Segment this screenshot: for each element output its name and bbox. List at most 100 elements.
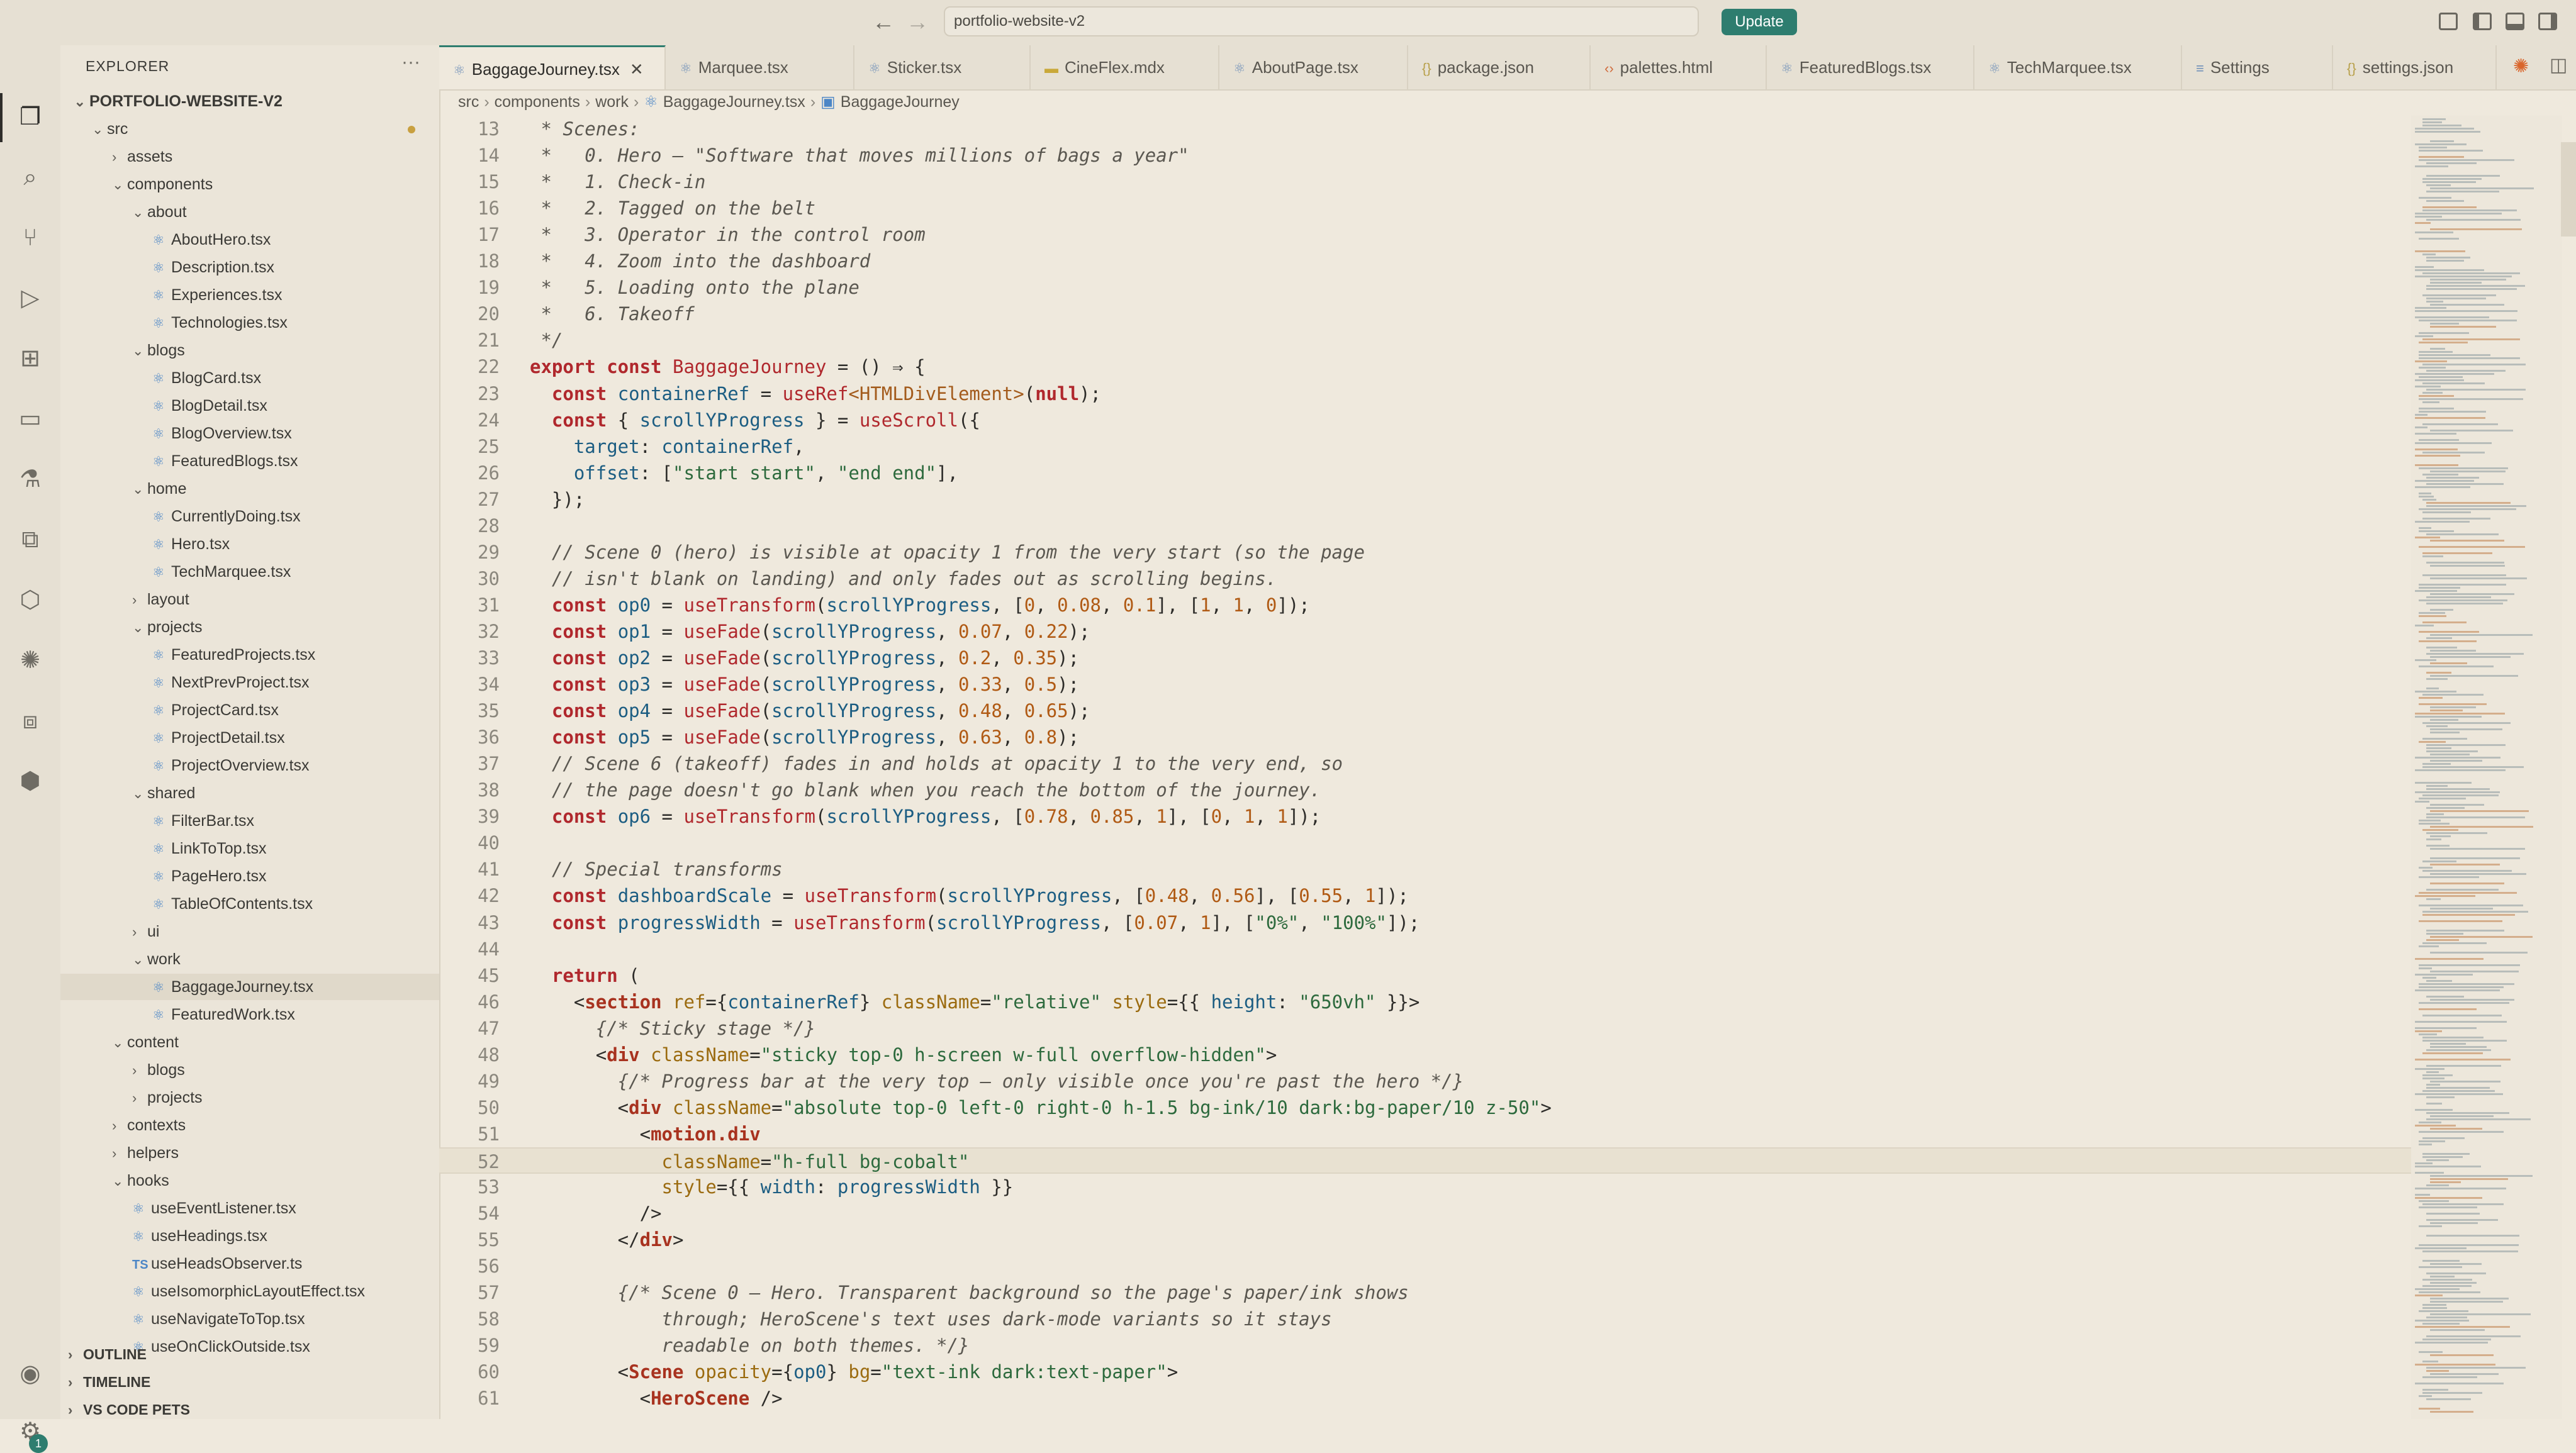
code-line[interactable]: 40 <box>439 830 2411 856</box>
code-line[interactable]: 35 const op4 = useFade(scrollYProgress, … <box>439 698 2411 724</box>
code-line[interactable]: 20 * 6. Takeoff <box>439 301 2411 327</box>
code-line[interactable]: 33 const op2 = useFade(scrollYProgress, … <box>439 645 2411 671</box>
breadcrumb-item[interactable]: work <box>595 93 629 111</box>
file-item[interactable]: ⚛ useIsomorphicLayoutEffect.tsx <box>60 1278 439 1305</box>
file-item[interactable]: ⚛ FeaturedWork.tsx <box>60 1001 439 1028</box>
claude-icon[interactable]: ✺ <box>15 645 45 676</box>
file-item[interactable]: TS useHeadsObserver.ts <box>60 1250 439 1277</box>
code-line[interactable]: 24 const { scrollYProgress } = useScroll… <box>439 407 2411 433</box>
tab-featuredblogs-tsx[interactable]: ⚛ FeaturedBlogs.tsx <box>1767 45 1974 89</box>
file-item[interactable]: ⚛ useNavigateToTop.tsx <box>60 1306 439 1332</box>
file-item[interactable]: ⚛ ProjectCard.tsx <box>60 697 439 723</box>
file-item[interactable]: ⚛ TechMarquee.tsx <box>60 559 439 585</box>
code-line[interactable]: 43 const progressWidth = useTransform(sc… <box>439 910 2411 936</box>
code-line[interactable]: 51 <motion.div <box>439 1121 2411 1147</box>
folder-item[interactable]: ⌄ components <box>60 171 439 198</box>
file-item[interactable]: ⚛ Hero.tsx <box>60 531 439 557</box>
tab-package-json[interactable]: {} package.json <box>1408 45 1591 89</box>
code-line[interactable]: 14 * 0. Hero — "Software that moves mill… <box>439 142 2411 169</box>
file-item[interactable]: ⚛ BlogOverview.tsx <box>60 420 439 447</box>
code-line[interactable]: 17 * 3. Operator in the control room <box>439 221 2411 248</box>
code-line[interactable]: 42 const dashboardScale = useTransform(s… <box>439 882 2411 909</box>
code-line[interactable]: 57 {/* Scene 0 — Hero. Transparent backg… <box>439 1279 2411 1306</box>
code-line[interactable]: 30 // isn't blank on landing) and only f… <box>439 565 2411 592</box>
folder-item[interactable]: › blogs <box>60 1057 439 1083</box>
folder-item[interactable]: › contexts <box>60 1112 439 1138</box>
tab-aboutpage-tsx[interactable]: ⚛ AboutPage.tsx <box>1219 45 1408 89</box>
cube-icon[interactable]: ⬢ <box>15 766 45 796</box>
tab-settings-json[interactable]: {} settings.json <box>2333 45 2497 89</box>
code-line[interactable]: 58 through; HeroScene's text uses dark-m… <box>439 1306 2411 1332</box>
file-item[interactable]: ⚛ useHeadings.tsx <box>60 1223 439 1249</box>
code-line[interactable]: 37 // Scene 6 (takeoff) fades in and hol… <box>439 750 2411 777</box>
folder-item[interactable]: ⌄ hooks <box>60 1167 439 1194</box>
code-line[interactable]: 41 // Special transforms <box>439 856 2411 882</box>
folder-item[interactable]: ⌄ projects <box>60 614 439 640</box>
file-item[interactable]: ⚛ NextPrevProject.tsx <box>60 669 439 696</box>
file-item[interactable]: ⚛ BlogCard.tsx <box>60 365 439 391</box>
tab-cineflex-mdx[interactable]: ▬ CineFlex.mdx <box>1031 45 1219 89</box>
breadcrumb-item[interactable]: src <box>458 93 479 111</box>
tab-baggagejourney-tsx[interactable]: ⚛ BaggageJourney.tsx ✕ <box>439 45 666 89</box>
folder-item[interactable]: › assets <box>60 143 439 170</box>
folder-item[interactable]: › helpers <box>60 1140 439 1166</box>
file-item[interactable]: ⚛ Technologies.tsx <box>60 309 439 336</box>
folder-item[interactable]: › projects <box>60 1084 439 1111</box>
customize-layout-icon[interactable] <box>2439 13 2458 30</box>
tab-marquee-tsx[interactable]: ⚛ Marquee.tsx <box>666 45 854 89</box>
file-item[interactable]: ⚛ FeaturedBlogs.tsx <box>60 448 439 474</box>
folder-item[interactable]: ⌄ blogs <box>60 337 439 364</box>
code-line[interactable]: 16 * 2. Tagged on the belt <box>439 195 2411 221</box>
tab-techmarquee-tsx[interactable]: ⚛ TechMarquee.tsx <box>1974 45 2182 89</box>
code-line[interactable]: 48 <div className="sticky top-0 h-screen… <box>439 1042 2411 1068</box>
code-line[interactable]: 55 </div> <box>439 1227 2411 1253</box>
folder-item[interactable]: ⌄ home <box>60 476 439 502</box>
code-line[interactable]: 50 <div className="absolute top-0 left-0… <box>439 1094 2411 1121</box>
code-line[interactable]: 36 const op5 = useFade(scrollYProgress, … <box>439 724 2411 750</box>
breadcrumb-item[interactable]: BaggageJourney <box>841 93 960 111</box>
code-line[interactable]: 54 /> <box>439 1200 2411 1227</box>
code-line[interactable]: 46 <section ref={containerRef} className… <box>439 989 2411 1015</box>
code-line[interactable]: 53 style={{ width: progressWidth }} <box>439 1174 2411 1200</box>
file-item[interactable]: ⚛ BlogDetail.tsx <box>60 392 439 419</box>
code-line[interactable]: 23 const containerRef = useRef<HTMLDivEl… <box>439 381 2411 407</box>
code-line[interactable]: 26 offset: ["start start", "end end"], <box>439 460 2411 486</box>
testing-icon[interactable]: ⚗ <box>15 464 45 494</box>
file-item[interactable]: ⚛ FeaturedProjects.tsx <box>60 642 439 668</box>
toggle-primary-sidebar-icon[interactable] <box>2473 13 2492 30</box>
code-line[interactable]: 52 className="h-full bg-cobalt" <box>439 1147 2411 1174</box>
source-control-icon[interactable]: ⑂ <box>15 223 45 253</box>
code-line[interactable]: 47 {/* Sticky stage */} <box>439 1015 2411 1042</box>
command-center-search[interactable]: portfolio-website-v2 <box>944 6 1699 36</box>
code-line[interactable]: 61 <HeroScene /> <box>439 1385 2411 1411</box>
extension-pack-icon[interactable]: ⧈ <box>15 706 45 736</box>
file-item[interactable]: ⚛ ProjectOverview.tsx <box>60 752 439 779</box>
code-line[interactable]: 59 readable on both themes. */} <box>439 1332 2411 1359</box>
code-line[interactable]: 18 * 4. Zoom into the dashboard <box>439 248 2411 274</box>
remote-explorer-icon[interactable]: ▭ <box>15 404 45 434</box>
file-item[interactable]: ⚛ BaggageJourney.tsx <box>60 974 439 1000</box>
code-line[interactable]: 44 <box>439 936 2411 962</box>
code-line[interactable]: 25 target: containerRef, <box>439 433 2411 460</box>
code-line[interactable]: 27 }); <box>439 486 2411 513</box>
code-line[interactable]: 49 {/* Progress bar at the very top — on… <box>439 1068 2411 1094</box>
folder-item[interactable]: ⌄ content <box>60 1029 439 1055</box>
workspace-root[interactable]: ⌄ PORTFOLIO-WEBSITE-V2 <box>60 88 439 114</box>
extensions-icon[interactable]: ⊞ <box>15 343 45 374</box>
code-line[interactable]: 39 const op6 = useTransform(scrollYProgr… <box>439 803 2411 830</box>
run-debug-icon[interactable]: ▷ <box>15 283 45 313</box>
more-actions-icon[interactable]: ··· <box>401 52 420 73</box>
code-line[interactable]: 60 <Scene opacity={op0} bg="text-ink dar… <box>439 1359 2411 1385</box>
search-icon[interactable]: ⌕ <box>15 162 45 192</box>
toggle-panel-icon[interactable] <box>2506 13 2524 30</box>
file-item[interactable]: ⚛ Experiences.tsx <box>60 282 439 308</box>
folder-item[interactable]: › ui <box>60 918 439 945</box>
file-item[interactable]: ⚛ FilterBar.tsx <box>60 808 439 834</box>
folder-item[interactable]: ⌄ src <box>60 116 439 142</box>
claude-code-icon[interactable]: ✺ <box>2513 55 2529 77</box>
container-icon[interactable]: ⬡ <box>15 585 45 615</box>
code-line[interactable]: 15 * 1. Check-in <box>439 169 2411 195</box>
breadcrumb-item[interactable]: components <box>495 93 580 111</box>
breadcrumb-item[interactable]: BaggageJourney.tsx <box>663 93 805 111</box>
arrow-right-icon[interactable]: → <box>906 9 929 35</box>
